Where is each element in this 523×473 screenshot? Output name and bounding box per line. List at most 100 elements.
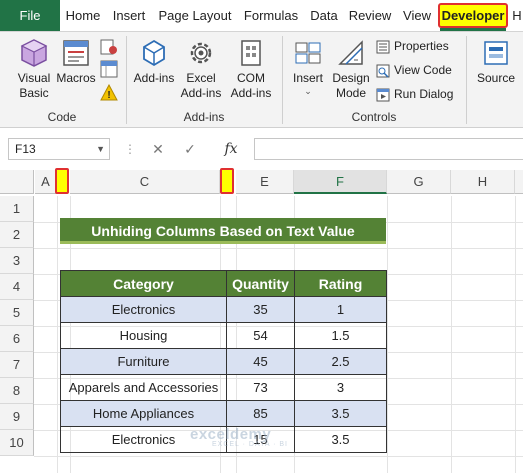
table-cell[interactable]: Housing — [60, 322, 227, 349]
tab-insert[interactable]: Insert — [108, 0, 150, 31]
column-header-h[interactable]: H — [451, 170, 515, 194]
table-row: Electronics 35 1 — [60, 296, 387, 323]
row-header-6[interactable]: 6 — [0, 326, 34, 352]
design-mode-icon — [338, 40, 363, 65]
row-header-2[interactable]: 2 — [0, 222, 34, 248]
table-cell[interactable]: 1.5 — [294, 322, 387, 349]
table-cell[interactable]: 85 — [226, 400, 295, 427]
select-all-corner[interactable] — [0, 170, 34, 194]
row-header-10[interactable]: 10 — [0, 430, 34, 456]
table-cell[interactable]: 3.5 — [294, 400, 387, 427]
ribbon-tab-bar: File Home Insert Page Layout Formulas Da… — [0, 0, 523, 32]
chevron-down-icon[interactable]: ▼ — [96, 139, 105, 159]
table-cell[interactable]: Electronics — [60, 296, 227, 323]
insert-function-button[interactable]: fx — [220, 138, 242, 160]
record-macro-icon[interactable] — [100, 38, 118, 56]
properties-button[interactable]: Properties — [376, 36, 449, 56]
source-button[interactable]: Source — [474, 38, 518, 86]
row-header-7[interactable]: 7 — [0, 352, 34, 378]
table-header-cell[interactable]: Quantity — [226, 270, 295, 297]
addins-icon — [143, 39, 165, 67]
tab-formulas[interactable]: Formulas — [240, 0, 302, 31]
addins-button[interactable]: Add-ins — [132, 38, 176, 86]
tab-view[interactable]: View — [398, 0, 436, 31]
group-label-addins: Add-ins — [183, 110, 225, 124]
gridline — [34, 248, 523, 249]
table-row: Home Appliances 85 3.5 — [60, 400, 387, 427]
table-cell[interactable]: Home Appliances — [60, 400, 227, 427]
relative-references-icon[interactable] — [100, 60, 118, 78]
run-dialog-button[interactable]: Run Dialog — [376, 84, 453, 104]
tab-developer[interactable]: Developer — [438, 3, 508, 28]
table-cell[interactable]: 2.5 — [294, 348, 387, 375]
row-header-3[interactable]: 3 — [0, 248, 34, 274]
tab-home[interactable]: Home — [62, 0, 104, 31]
run-dialog-label: Run Dialog — [394, 87, 454, 101]
enter-icon[interactable]: ✓ — [180, 138, 200, 160]
macros-icon — [63, 40, 89, 66]
com-addins-icon — [241, 40, 261, 66]
view-code-label: View Code — [394, 63, 452, 77]
table-cell[interactable]: 1 — [294, 296, 387, 323]
insert-control-button[interactable]: Insert ⌄ — [288, 38, 328, 96]
gear-icon — [190, 42, 212, 64]
macros-label: Macros — [56, 71, 96, 85]
sheet-title[interactable]: Unhiding Columns Based on Text Value — [60, 218, 386, 244]
tab-file[interactable]: File — [0, 0, 60, 31]
row-header-5[interactable]: 5 — [0, 300, 34, 326]
row-header-1[interactable]: 1 — [0, 196, 34, 222]
run-dialog-icon — [376, 88, 390, 102]
column-header-f[interactable]: F — [294, 170, 387, 194]
tab-data[interactable]: Data — [306, 0, 342, 31]
gridline — [57, 196, 58, 473]
cancel-icon[interactable]: ✕ — [148, 138, 168, 160]
table-header-cell[interactable]: Rating — [294, 270, 387, 297]
table-cell[interactable]: 3.5 — [294, 426, 387, 453]
column-header-c[interactable]: C — [70, 170, 220, 194]
design-mode-button[interactable]: Design Mode — [330, 38, 372, 101]
ribbon-developer: Visual Basic Macros ! Code Add-ins Excel… — [0, 32, 523, 128]
tab-review[interactable]: Review — [346, 0, 394, 31]
table-header-row: Category Quantity Rating — [60, 270, 387, 297]
gridline — [451, 196, 452, 473]
tab-help-partial[interactable]: H — [511, 0, 523, 31]
group-separator — [282, 36, 283, 124]
view-code-button[interactable]: View Code — [376, 60, 452, 80]
formula-input[interactable] — [254, 138, 523, 160]
macro-security-icon[interactable]: ! — [100, 84, 118, 102]
column-header-a[interactable]: A — [35, 170, 57, 194]
row-header-9[interactable]: 9 — [0, 404, 34, 430]
hidden-column-b-marker[interactable] — [55, 168, 69, 194]
column-header-g[interactable]: G — [387, 170, 451, 194]
table-cell[interactable]: Furniture — [60, 348, 227, 375]
table-cell[interactable]: 45 — [226, 348, 295, 375]
column-header-partial[interactable] — [515, 170, 523, 194]
table-cell[interactable]: 73 — [226, 374, 295, 401]
name-box-value: F13 — [15, 142, 36, 156]
row-header-8[interactable]: 8 — [0, 378, 34, 404]
table-header-cell[interactable]: Category — [60, 270, 227, 297]
macros-button[interactable]: Macros — [56, 38, 96, 86]
formula-bar: F13 ▼ ⋮ ✕ ✓ fx — [0, 128, 523, 168]
formula-bar-splitter-icon[interactable]: ⋮ — [124, 142, 136, 156]
name-box[interactable]: F13 ▼ — [8, 138, 110, 160]
hidden-column-d-marker[interactable] — [220, 168, 234, 194]
tab-page-layout[interactable]: Page Layout — [155, 0, 235, 31]
table-cell[interactable]: 54 — [226, 322, 295, 349]
com-addins-button[interactable]: COM Add-ins — [226, 38, 276, 101]
excel-addins-button[interactable]: Excel Add-ins — [178, 38, 224, 101]
group-label-controls: Controls — [351, 110, 397, 124]
table-cell[interactable]: 3 — [294, 374, 387, 401]
table-cell[interactable]: Apparels and Accessories — [60, 374, 227, 401]
visual-basic-button[interactable]: Visual Basic — [12, 38, 56, 101]
table-cell[interactable]: 35 — [226, 296, 295, 323]
column-header-e[interactable]: E — [236, 170, 294, 194]
properties-label: Properties — [394, 39, 449, 53]
visual-basic-label: Visual Basic — [17, 71, 51, 100]
row-header-4[interactable]: 4 — [0, 274, 34, 300]
gridline — [387, 196, 388, 473]
toolbox-icon — [295, 42, 321, 64]
table-row: Housing 54 1.5 — [60, 322, 387, 349]
worksheet-grid[interactable]: A C E F G H 1 2 3 4 5 6 7 8 9 10 Unhidin… — [0, 168, 523, 473]
group-separator — [126, 36, 127, 124]
